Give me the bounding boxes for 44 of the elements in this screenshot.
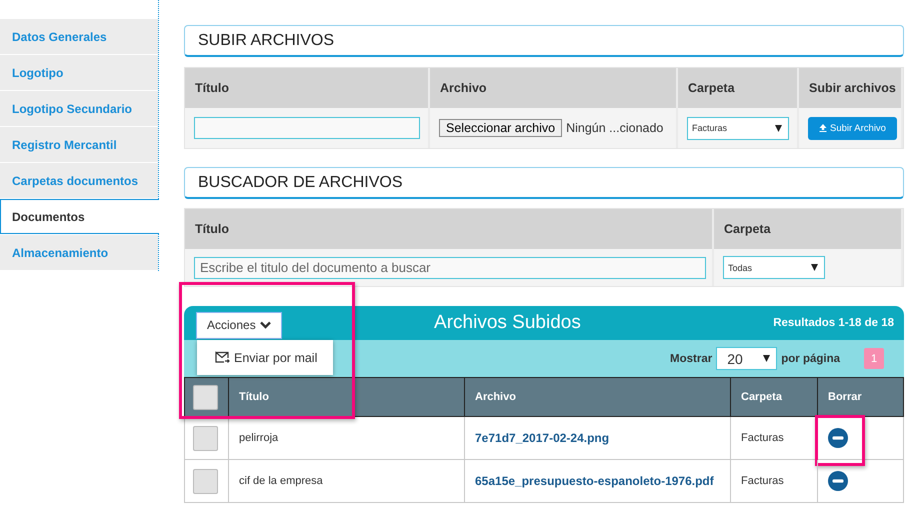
- column-header: Título: [195, 222, 230, 236]
- column-header: Título: [239, 391, 269, 403]
- actions-dropdown[interactable]: Acciones: [196, 312, 282, 338]
- delete-icon[interactable]: [828, 471, 848, 491]
- page-size-select[interactable]: 20: [716, 347, 778, 370]
- section-heading: SUBIR ARCHIVOS: [184, 25, 904, 57]
- search-field[interactable]: Escribe el titulo del documento a buscar: [194, 256, 706, 278]
- table-cell: Facturas: [741, 475, 784, 487]
- folder-select[interactable]: Facturas: [687, 116, 789, 140]
- caret-icon: [775, 124, 782, 132]
- row-checkbox[interactable]: [193, 468, 218, 494]
- mail-icon: [215, 351, 230, 364]
- chevron-icon: [260, 321, 271, 329]
- column-header: Subir archivos: [809, 81, 896, 95]
- upload-icon: [819, 124, 827, 132]
- table-cell: cif de la empresa: [239, 475, 323, 487]
- sidebar-item[interactable]: Documentos: [0, 199, 159, 234]
- caret-icon: [763, 355, 770, 362]
- caret-icon: [811, 264, 818, 271]
- results-title: Archivos Subidos: [433, 312, 582, 334]
- file-link[interactable]: 65a15e_presupuesto-espanoleto-1976.pdf: [475, 474, 714, 488]
- column-header: Archivo: [475, 391, 516, 403]
- column-header: Título: [195, 81, 230, 95]
- select-all-checkbox[interactable]: [193, 384, 218, 410]
- table-cell: Facturas: [741, 432, 784, 444]
- upload-button[interactable]: Subir Archivo: [808, 116, 897, 140]
- column-header: Carpeta: [741, 391, 782, 403]
- column-header: Archivo: [440, 81, 487, 95]
- table-cell: pelirroja: [239, 432, 278, 444]
- delete-icon[interactable]: [828, 428, 848, 448]
- file-status: Ningún ...cionado: [566, 121, 664, 135]
- file-link[interactable]: 7e71d7_2017-02-24.png: [475, 431, 610, 445]
- column-header: Carpeta: [688, 81, 735, 95]
- folder-select[interactable]: Todas: [723, 256, 825, 279]
- column-header: Carpeta: [724, 222, 771, 236]
- menu-item[interactable]: Enviar por mail: [215, 350, 318, 364]
- show-label: Mostrar: [670, 352, 712, 364]
- column-header: Borrar: [828, 391, 862, 403]
- results-count: Resultados 1-18 de 18: [773, 317, 894, 329]
- title-input-field[interactable]: [194, 117, 420, 139]
- section-heading: BUSCADOR DE ARCHIVOS: [184, 167, 904, 199]
- per-page-label: por página: [781, 352, 840, 364]
- row-checkbox[interactable]: [193, 426, 218, 450]
- choose-file-button[interactable]: Seleccionar archivo: [439, 119, 562, 137]
